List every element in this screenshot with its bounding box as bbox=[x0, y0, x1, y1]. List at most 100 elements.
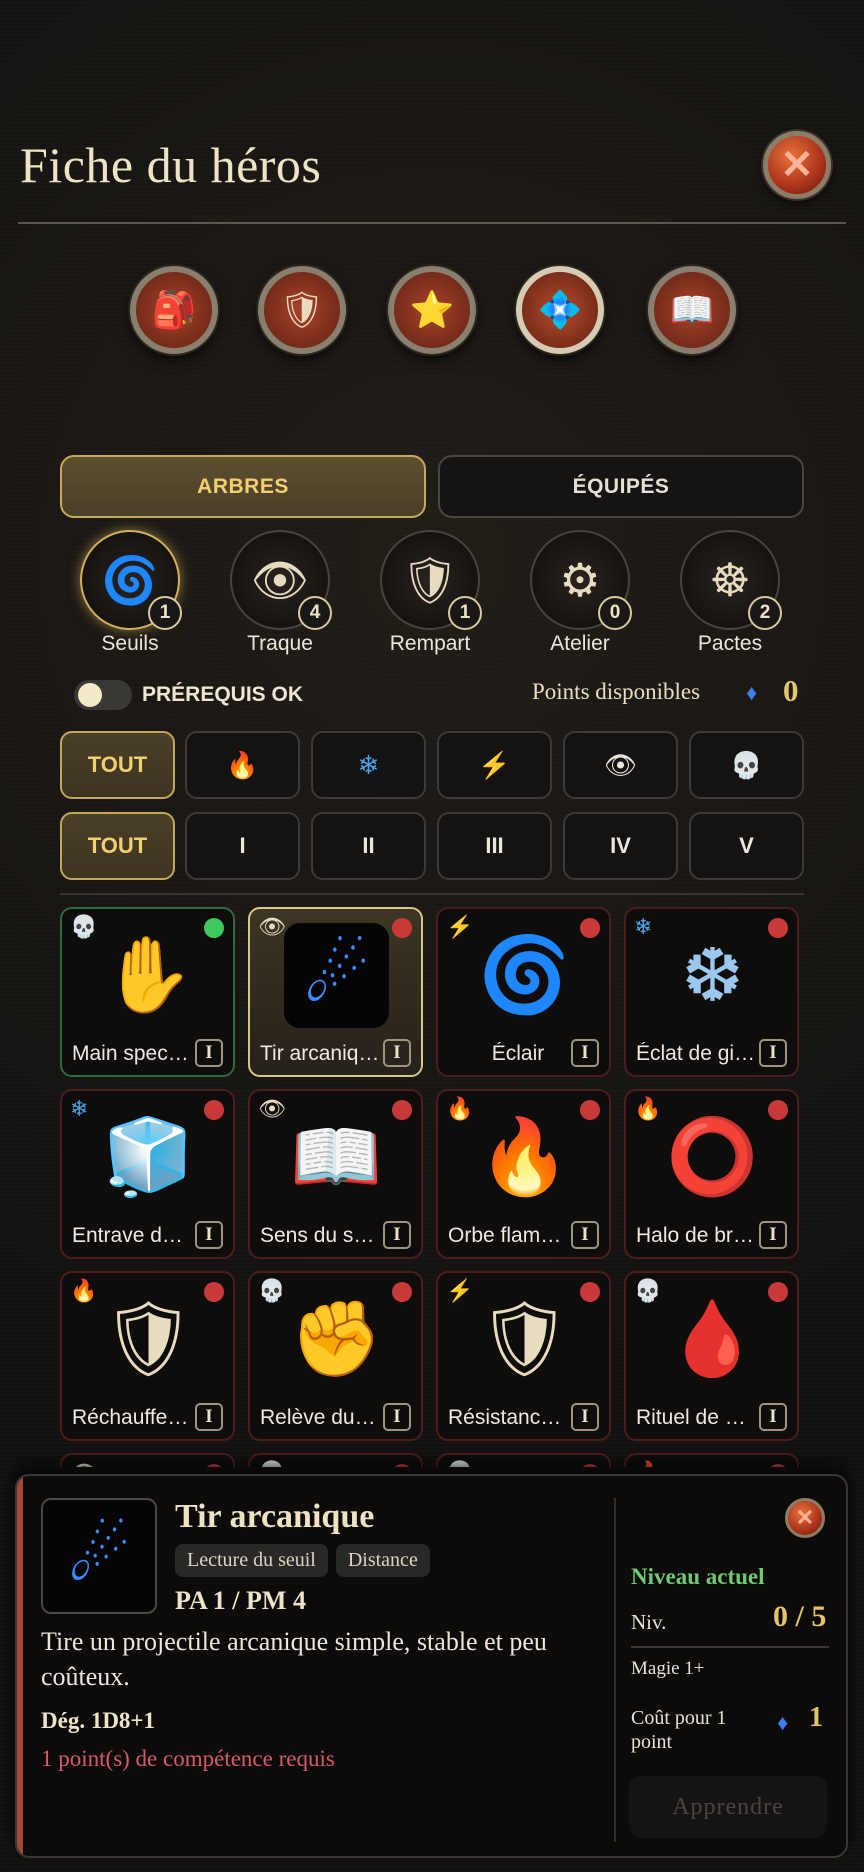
segment-trees[interactable]: ARBRES bbox=[60, 455, 426, 518]
tab-inventory[interactable]: 🎒 bbox=[130, 266, 218, 354]
fire-icon: 🔥 bbox=[70, 1278, 98, 1303]
lightning-icon: ⚡ bbox=[446, 1278, 474, 1303]
fire-icon: 🔥 bbox=[634, 1096, 662, 1121]
filter-tier-4[interactable]: IV bbox=[563, 812, 678, 880]
toggle-knob bbox=[78, 683, 102, 707]
skill-card[interactable]: ❄ ❆ Éclat de gi… I bbox=[624, 907, 799, 1077]
tree-label: Pactes bbox=[697, 632, 763, 655]
filter-tier-1[interactable]: I bbox=[185, 812, 300, 880]
tree-label: Traque bbox=[247, 632, 313, 655]
tab-stats[interactable]: ⭐ bbox=[388, 266, 476, 354]
skill-title: Tir arcanique bbox=[175, 1498, 375, 1535]
status-dot bbox=[580, 1100, 600, 1120]
skill-card[interactable]: 👁 📖 Sens du se… I bbox=[248, 1089, 423, 1259]
star-icon: ⭐ bbox=[409, 289, 455, 330]
tier-badge: I bbox=[571, 1403, 599, 1431]
tab-defense[interactable]: 🛡 bbox=[258, 266, 346, 354]
level-value: 0 / 5 bbox=[773, 1600, 827, 1633]
eye-icon: 👁 bbox=[258, 914, 286, 939]
skill-name: Entrave de … bbox=[72, 1224, 192, 1247]
tier-badge: I bbox=[195, 1221, 223, 1249]
tier-badge: I bbox=[195, 1403, 223, 1431]
tree-seuils[interactable]: 🌀 1 Seuils bbox=[80, 530, 182, 656]
ice-icon: ❄ bbox=[70, 1096, 89, 1121]
header-divider bbox=[18, 222, 846, 224]
rune-portal-icon: 🌀 bbox=[101, 553, 159, 606]
fire-icon: 🔥 bbox=[226, 749, 259, 780]
tree-pactes[interactable]: ☸ 2 Pactes bbox=[680, 530, 782, 656]
filter-element-ice[interactable]: ❄ bbox=[311, 731, 426, 799]
filter-element-death[interactable]: 💀 bbox=[689, 731, 804, 799]
tier-badge: I bbox=[383, 1039, 411, 1067]
skill-card[interactable]: 👁 ☄ Tir arcaniq… I bbox=[248, 907, 423, 1077]
tree-label: Atelier bbox=[550, 632, 610, 655]
tab-skills[interactable]: 💠 bbox=[516, 266, 604, 354]
status-dot bbox=[392, 1282, 412, 1302]
filter-element-fire[interactable]: 🔥 bbox=[185, 731, 300, 799]
skill-name: Éclat de gi… bbox=[636, 1042, 756, 1065]
skill-card[interactable]: ⚡ 🌀 Éclair I bbox=[436, 907, 611, 1077]
skull-icon: 💀 bbox=[730, 749, 763, 780]
skull-icon: 💀 bbox=[70, 914, 98, 939]
status-dot bbox=[204, 1282, 224, 1302]
skill-card[interactable]: 👁 bbox=[60, 1453, 235, 1467]
lightning-icon: ⚡ bbox=[478, 749, 511, 780]
filter-element-all[interactable]: TOUT bbox=[60, 731, 175, 799]
ice-cage-icon: 🧊 bbox=[102, 1115, 195, 1198]
level-divider bbox=[631, 1646, 829, 1648]
filter-element-lightning[interactable]: ⚡ bbox=[437, 731, 552, 799]
skill-card[interactable]: 💀 🩸 Rituel de s… I bbox=[624, 1271, 799, 1441]
status-dot bbox=[768, 1100, 788, 1120]
skill-name: Relève du … bbox=[260, 1406, 380, 1429]
tree-atelier[interactable]: ⚙ 0 Atelier bbox=[530, 530, 632, 656]
learn-button[interactable]: Apprendre bbox=[629, 1776, 827, 1838]
shield-icon: 🛡 bbox=[279, 289, 325, 330]
filter-tier-all[interactable]: TOUT bbox=[60, 812, 175, 880]
skill-card[interactable]: 🔥 🛡 Réchauffe… I bbox=[60, 1271, 235, 1441]
tier-badge: I bbox=[571, 1039, 599, 1067]
hunting-eye-icon: 👁 bbox=[250, 553, 310, 606]
skill-card[interactable]: 💀 bbox=[436, 1453, 611, 1467]
filter-element-arcane[interactable]: 👁 bbox=[563, 731, 678, 799]
skill-tag: Distance bbox=[335, 1544, 430, 1577]
skill-card[interactable]: 💀 ✊ Relève du … I bbox=[248, 1271, 423, 1441]
skill-card[interactable]: ❄ 🧊 Entrave de … I bbox=[60, 1089, 235, 1259]
panel-divider bbox=[614, 1498, 616, 1842]
skill-card[interactable]: 🔥 🔥 Orbe flamb… I bbox=[436, 1089, 611, 1259]
status-dot bbox=[204, 1464, 224, 1467]
skill-card[interactable]: 💀 bbox=[248, 1453, 423, 1467]
status-dot bbox=[580, 918, 600, 938]
points-label: Points disponibles bbox=[532, 679, 701, 704]
skill-name: Main spect… bbox=[72, 1042, 192, 1065]
gem-icon: ♦ bbox=[777, 1710, 789, 1735]
tier-badge: I bbox=[383, 1403, 411, 1431]
tree-traque[interactable]: 👁 4 Traque bbox=[230, 530, 332, 656]
filters-divider bbox=[60, 893, 804, 895]
filter-tier-3[interactable]: III bbox=[437, 812, 552, 880]
filter-tier-2[interactable]: II bbox=[311, 812, 426, 880]
tree-rempart[interactable]: 🛡 1 Rempart bbox=[380, 530, 482, 656]
backpack-icon: 🎒 bbox=[151, 289, 197, 330]
prereq-toggle[interactable] bbox=[74, 680, 132, 710]
skill-card[interactable]: 💀 ✋ Main spect… I bbox=[60, 907, 235, 1077]
skill-tag: Lecture du seuil bbox=[175, 1544, 328, 1577]
tab-journal[interactable]: 📖 bbox=[648, 266, 736, 354]
segment-equipped[interactable]: ÉQUIPÉS bbox=[438, 455, 804, 518]
skill-name: Tir arcaniq… bbox=[260, 1042, 380, 1065]
tree-count-badge: 4 bbox=[298, 596, 332, 630]
eye-icon: 👁 bbox=[603, 749, 637, 780]
skill-card[interactable]: ⚡ 🛡 Résistance… I bbox=[436, 1271, 611, 1441]
points-value: 0 bbox=[783, 673, 799, 708]
skill-card[interactable]: 🔥 bbox=[624, 1453, 799, 1467]
skill-card[interactable]: 🔥 ⭕ Halo de br… I bbox=[624, 1089, 799, 1259]
filter-tier-5[interactable]: V bbox=[689, 812, 804, 880]
tier-badge: I bbox=[759, 1403, 787, 1431]
cost-label: Coût pour 1 point bbox=[631, 1707, 727, 1753]
magic-requirement: Magie 1+ bbox=[631, 1658, 705, 1679]
close-button[interactable]: ✕ bbox=[763, 131, 831, 199]
arcane-bolt-icon: ☄ bbox=[284, 923, 389, 1028]
lightning-icon: ⚡ bbox=[446, 914, 474, 939]
status-dot bbox=[392, 918, 412, 938]
spectral-hand-icon: ✋ bbox=[102, 933, 195, 1016]
close-panel-button[interactable]: ✕ bbox=[785, 1498, 825, 1538]
